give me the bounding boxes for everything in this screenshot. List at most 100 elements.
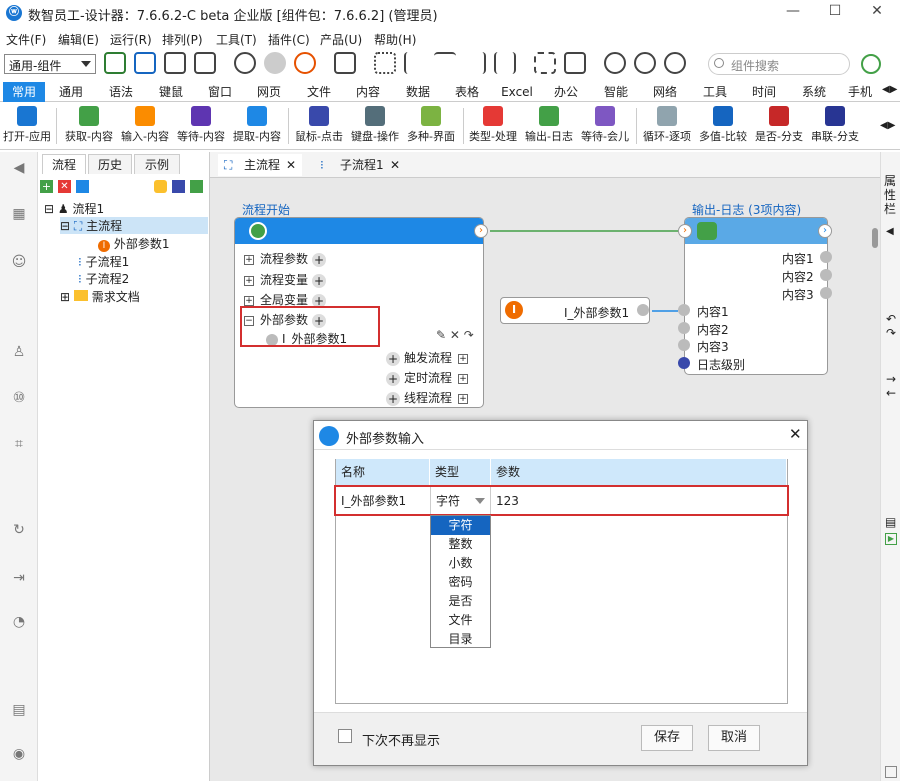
ribbon-keyboard[interactable]: 键盘-操作 [348,104,402,148]
cancel-button[interactable]: 取消 [708,725,760,751]
row-flow-vars[interactable]: + 流程变量 + [244,271,327,288]
search-input[interactable]: 组件搜索 [708,53,850,75]
close-tab-icon[interactable]: ✕ [390,154,400,176]
arrow-right-icon[interactable]: → [886,372,896,386]
align-top-icon[interactable] [434,52,456,74]
python-icon[interactable] [154,180,167,193]
col-type-header[interactable]: 类型 [430,459,491,486]
ribbon-loop[interactable]: 循环-逐项 [640,104,694,148]
ribbon-tab-window[interactable]: 窗口 [199,82,241,102]
align-center-icon[interactable] [464,52,486,74]
distribute-icon[interactable] [494,52,516,74]
delete-icon[interactable]: ✕ [58,180,71,193]
save-icon[interactable] [164,52,186,74]
tab-flow[interactable]: 流程 [42,154,86,174]
menu-plugins[interactable]: 插件(C) [268,31,310,48]
output-port[interactable] [820,251,832,263]
ribbon-tab-network[interactable]: 网络 [644,82,686,102]
record-icon[interactable] [334,52,356,74]
row-timer-flow[interactable]: + 定时流程 + [386,369,469,386]
collapse-icon[interactable]: ◀ [886,226,894,237]
users-icon[interactable]: ☺ [9,254,29,274]
tab-subflow1[interactable]: ⁝ 子流程1 ✕ [314,154,406,176]
row-trigger-flow[interactable]: + 触发流程 + [386,349,469,366]
option-string[interactable]: 字符 [431,516,490,535]
ribbon-tab-smart[interactable]: 智能 [595,82,637,102]
close-icon[interactable]: ✕ [789,425,802,443]
ribbon-tab-file[interactable]: 文件 [298,82,340,102]
ribbon-tab-office[interactable]: 办公 [545,82,587,102]
import-icon[interactable]: ⇥ [9,570,29,590]
add-icon[interactable]: + [40,180,53,193]
chat-icon[interactable]: ◉ [9,746,29,766]
save-button[interactable]: 保存 [641,725,693,751]
tree-item-main-flow[interactable]: ⊟ ⛶ 主流程 [60,217,208,234]
ribbon-if-branch[interactable]: 是否-分支 [752,104,806,148]
user-avatar-icon[interactable] [861,54,881,74]
ribbon-mouse-click[interactable]: 鼠标-点击 [292,104,346,148]
ribbon-tab-time[interactable]: 时间 [743,82,785,102]
close-tab-icon[interactable]: ✕ [286,154,296,176]
menu-run[interactable]: 运行(R) [110,31,152,48]
input-port[interactable] [678,339,690,351]
send-icon[interactable] [190,180,203,193]
tree-item-external-param[interactable]: I 外部参数1 [98,235,169,252]
box-icon[interactable] [885,766,897,778]
arrow-left-icon[interactable]: ← [886,386,896,400]
apps-grid-icon[interactable]: ▦ [9,206,29,226]
ribbon-tab-system[interactable]: 系统 [793,82,835,102]
menu-arrange[interactable]: 排列(P) [162,31,203,48]
option-decimal[interactable]: 小数 [431,554,490,573]
select-icon[interactable] [534,52,556,74]
gear-icon[interactable] [634,52,656,74]
number-icon[interactable]: ⑩ [9,390,29,410]
menu-edit[interactable]: 编辑(E) [58,31,99,48]
play-icon[interactable] [249,222,267,240]
align-left-icon[interactable] [404,52,426,74]
option-directory[interactable]: 目录 [431,630,490,649]
calendar-icon[interactable]: ▤ [885,515,896,529]
play-icon[interactable]: ▶ [885,533,897,545]
ribbon-tab-syntax[interactable]: 语法 [100,82,142,102]
ribbon-tab-keymouse[interactable]: 键鼠 [150,82,192,102]
menu-file[interactable]: 文件(F) [6,31,46,48]
row-thread-flow[interactable]: + 线程流程 + [386,389,469,406]
play-icon[interactable] [264,52,286,74]
ribbon-tab-data[interactable]: 数据 [397,82,439,102]
robot-icon[interactable]: ♙ [9,344,29,364]
menu-tools[interactable]: 工具(T) [216,31,257,48]
ribbon-extract-content[interactable]: 提取-内容 [230,104,284,148]
ribbon-multi-ui[interactable]: 多种-界面 [404,104,458,148]
stop-icon[interactable] [294,52,316,74]
tree-item-flow1[interactable]: ⊟ ♟ 流程1 [44,200,104,217]
input-port-icon[interactable]: › [678,224,692,238]
dont-show-checkbox[interactable] [338,729,352,743]
col-name-header[interactable]: 名称 [336,459,430,486]
code-icon[interactable] [234,52,256,74]
option-integer[interactable]: 整数 [431,535,490,554]
component-combo[interactable]: 通用-组件 [4,54,96,74]
ribbon-multi-compare[interactable]: 多值-比较 [696,104,750,148]
input-port[interactable] [678,304,690,316]
ribbon-get-content[interactable]: 获取-内容 [62,104,116,148]
grid-icon[interactable] [374,52,396,74]
expand-icon[interactable] [564,52,586,74]
output-port[interactable] [820,269,832,281]
clock-icon[interactable]: ◔ [9,614,29,634]
output-port-icon[interactable]: › [818,224,832,238]
menu-help[interactable]: 帮助(H) [374,31,416,48]
refresh-icon[interactable]: ↻ [9,522,29,542]
tree-item-subflow1[interactable]: ⁝ 子流程1 [78,253,129,270]
ribbon-type-process[interactable]: 类型-处理 [466,104,520,148]
ribbon-tab-general[interactable]: 通用 [50,82,92,102]
option-file[interactable]: 文件 [431,611,490,630]
new-file-icon[interactable] [104,52,126,74]
link-icon[interactable] [172,180,185,193]
minimize-button[interactable]: — [778,3,808,23]
input-port[interactable] [678,322,690,334]
menu-product[interactable]: 产品(U) [320,31,362,48]
ribbon-tab-mobile[interactable]: 手机 [842,82,878,102]
open-folder-icon[interactable] [134,52,156,74]
ribbon-output-log[interactable]: 输出-日志 [522,104,576,148]
zoom-icon[interactable] [604,52,626,74]
